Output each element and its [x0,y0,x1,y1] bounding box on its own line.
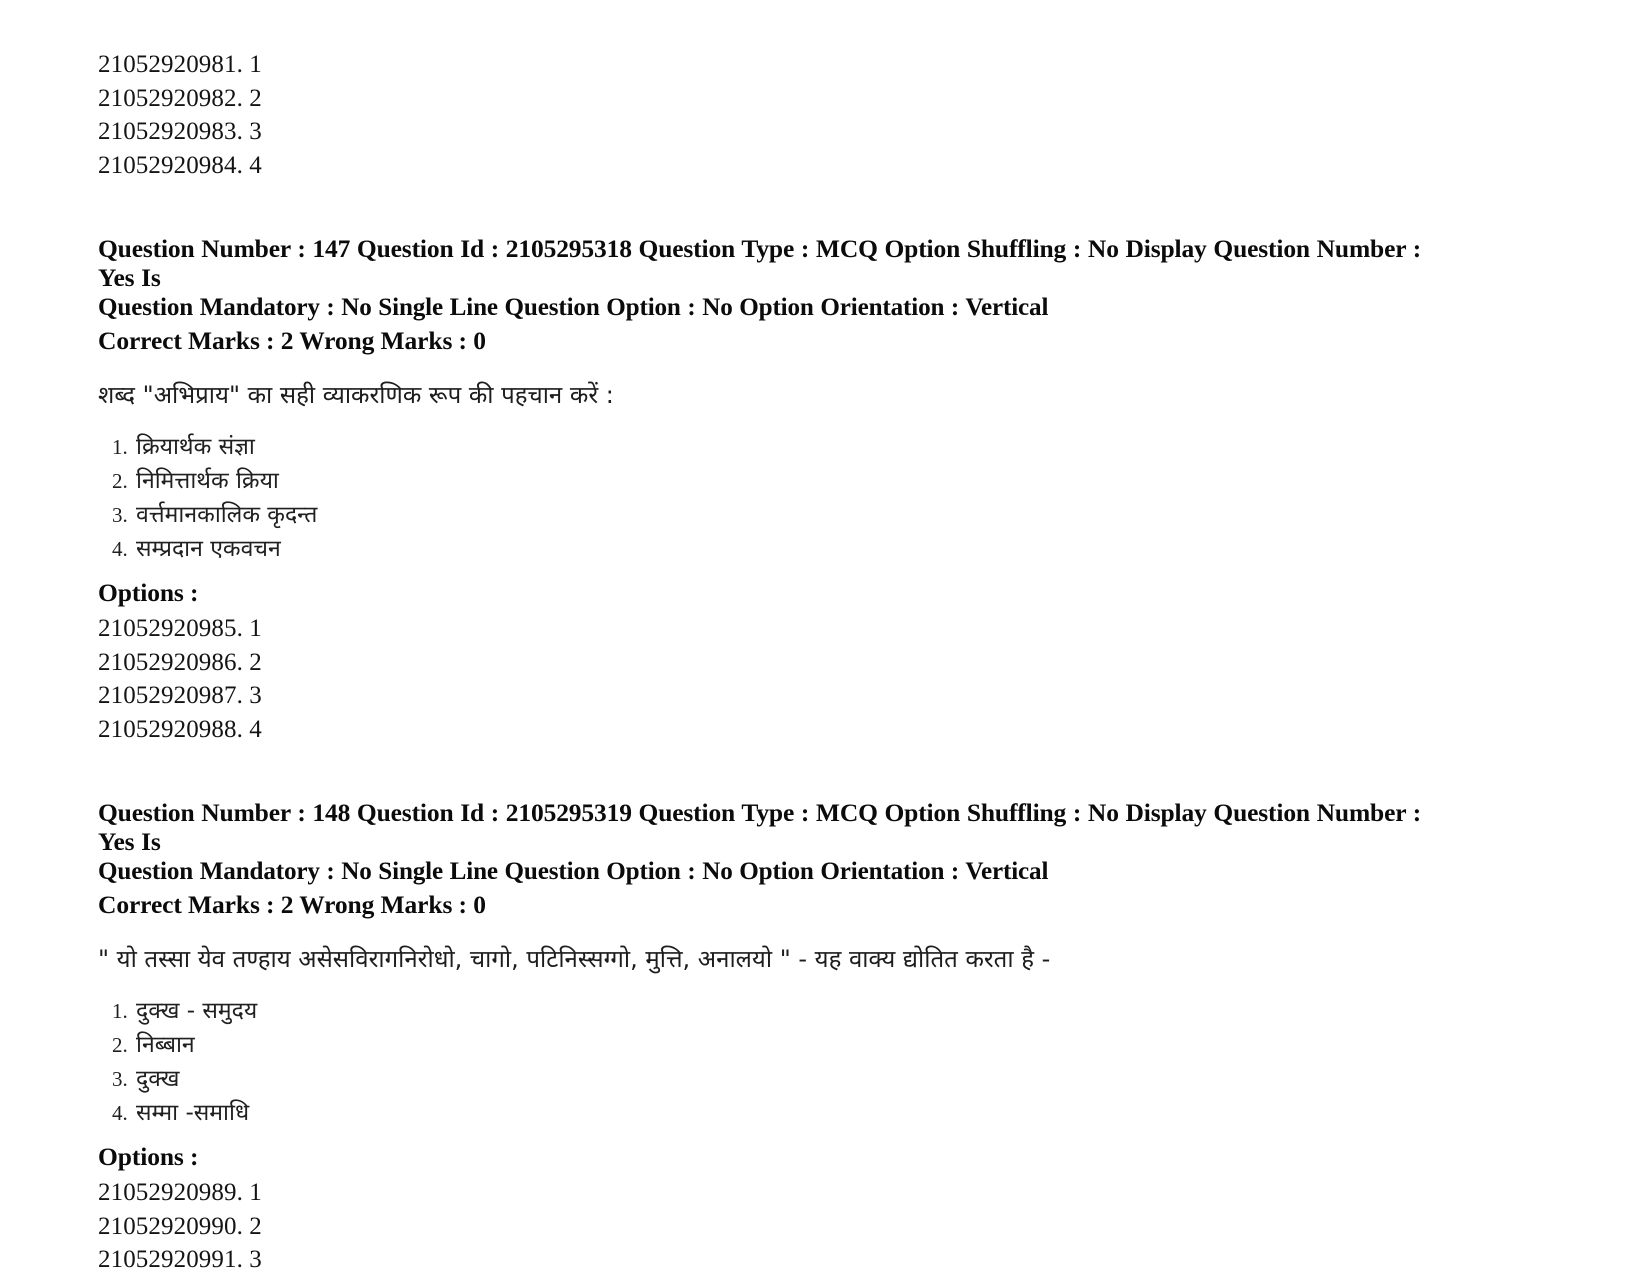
question-block-148: Question Number : 148 Question Id : 2105… [98,798,1438,1277]
choice-label: सम्मा -समाधि [136,1100,250,1126]
choice-list-147: 1. क्रियार्थक संज्ञा 2. निमित्तार्थक क्रिय… [112,430,1438,566]
marks-line-147: Correct Marks : 2 Wrong Marks : 0 [98,326,486,355]
choice-label: वर्त्तमानकालिक कृदन्त [136,502,318,528]
option-id-list-148: 21052920989. 1 21052920990. 2 2105292099… [98,1176,1438,1277]
choice-label: दुक्ख - समुदय [136,998,258,1024]
question-text-147: शब्द "अभिप्राय" का सही व्याकरणिक रूप की … [98,381,614,409]
choice-item: 4. सम्मा -समाधि [112,1096,1438,1130]
option-id-row: 21052920991. 3 [98,1246,262,1273]
choice-number: 4. [112,1101,128,1125]
option-id-row: 21052920988. 4 [98,715,262,743]
options-label-wrap-148: Options : [98,1140,1438,1174]
option-id-list-carryover: 21052920981. 1 21052920982. 2 2105292098… [98,48,1438,182]
question-meta-line-2: Question Mandatory : No Single Line Ques… [98,292,1049,321]
question-block-147: Question Number : 147 Question Id : 2105… [98,234,1438,746]
question-text-wrap-148: " यो तस्सा येव तण्हाय असेसविरागनिरोधो, च… [98,944,1438,974]
question-meta-147: Question Number : 147 Question Id : 2105… [98,234,1438,321]
question-meta-line-1: Question Number : 147 Question Id : 2105… [98,234,1422,292]
options-label-wrap-147: Options : [98,576,1438,610]
choice-number: 1. [112,999,128,1023]
choice-label: सम्प्रदान एकवचन [136,536,281,562]
choice-number: 2. [112,1033,128,1057]
option-id-row: 21052920984. 4 [98,151,262,179]
choice-item: 2. निमित्तार्थक क्रिया [112,464,1438,498]
choice-item: 4. सम्प्रदान एकवचन [112,532,1438,566]
choice-number: 3. [112,1067,128,1091]
option-id-row: 21052920986. 2 [98,648,262,676]
choice-list-148: 1. दुक्ख - समुदय 2. निब्बान 3. दुक्ख 4. सम्म… [112,994,1438,1130]
option-id-row: 21052920990. 2 [98,1212,262,1240]
question-text-148: " यो तस्सा येव तण्हाय असेसविरागनिरोधो, च… [98,945,1051,973]
option-id-row: 21052920985. 1 [98,615,262,642]
page-content: 21052920981. 1 21052920982. 2 2105292098… [98,48,1438,1277]
choice-label: दुक्ख [136,1066,180,1092]
option-id-row: 21052920987. 3 [98,682,262,709]
document-page: 21052920981. 1 21052920982. 2 2105292098… [0,0,1650,1275]
choice-number: 1. [112,435,128,459]
choice-label: क्रियार्थक संज्ञा [136,434,255,460]
choice-item: 1. क्रियार्थक संज्ञा [112,430,1438,464]
choice-item: 2. निब्बान [112,1028,1438,1062]
marks-line-148: Correct Marks : 2 Wrong Marks : 0 [98,890,486,919]
choice-item: 3. वर्त्तमानकालिक कृदन्त [112,498,1438,532]
option-id-row: 21052920981. 1 [98,51,262,78]
options-label: Options : [98,578,199,607]
question-meta-148: Question Number : 148 Question Id : 2105… [98,798,1438,885]
question-meta-line-1: Question Number : 148 Question Id : 2105… [98,798,1422,856]
choice-number: 4. [112,537,128,561]
choice-number: 2. [112,469,128,493]
choice-label: निब्बान [136,1032,195,1058]
option-id-row: 21052920989. 1 [98,1179,262,1206]
option-id-list-147: 21052920985. 1 21052920986. 2 2105292098… [98,612,1438,746]
question-meta-line-2: Question Mandatory : No Single Line Ques… [98,856,1049,885]
question-text-wrap-147: शब्द "अभिप्राय" का सही व्याकरणिक रूप की … [98,380,1438,410]
choice-item: 3. दुक्ख [112,1062,1438,1096]
option-id-row: 21052920982. 2 [98,84,262,112]
choice-number: 3. [112,503,128,527]
choice-item: 1. दुक्ख - समुदय [112,994,1438,1028]
choice-label: निमित्तार्थक क्रिया [136,468,279,494]
option-id-row: 21052920983. 3 [98,118,262,145]
options-label: Options : [98,1142,199,1171]
